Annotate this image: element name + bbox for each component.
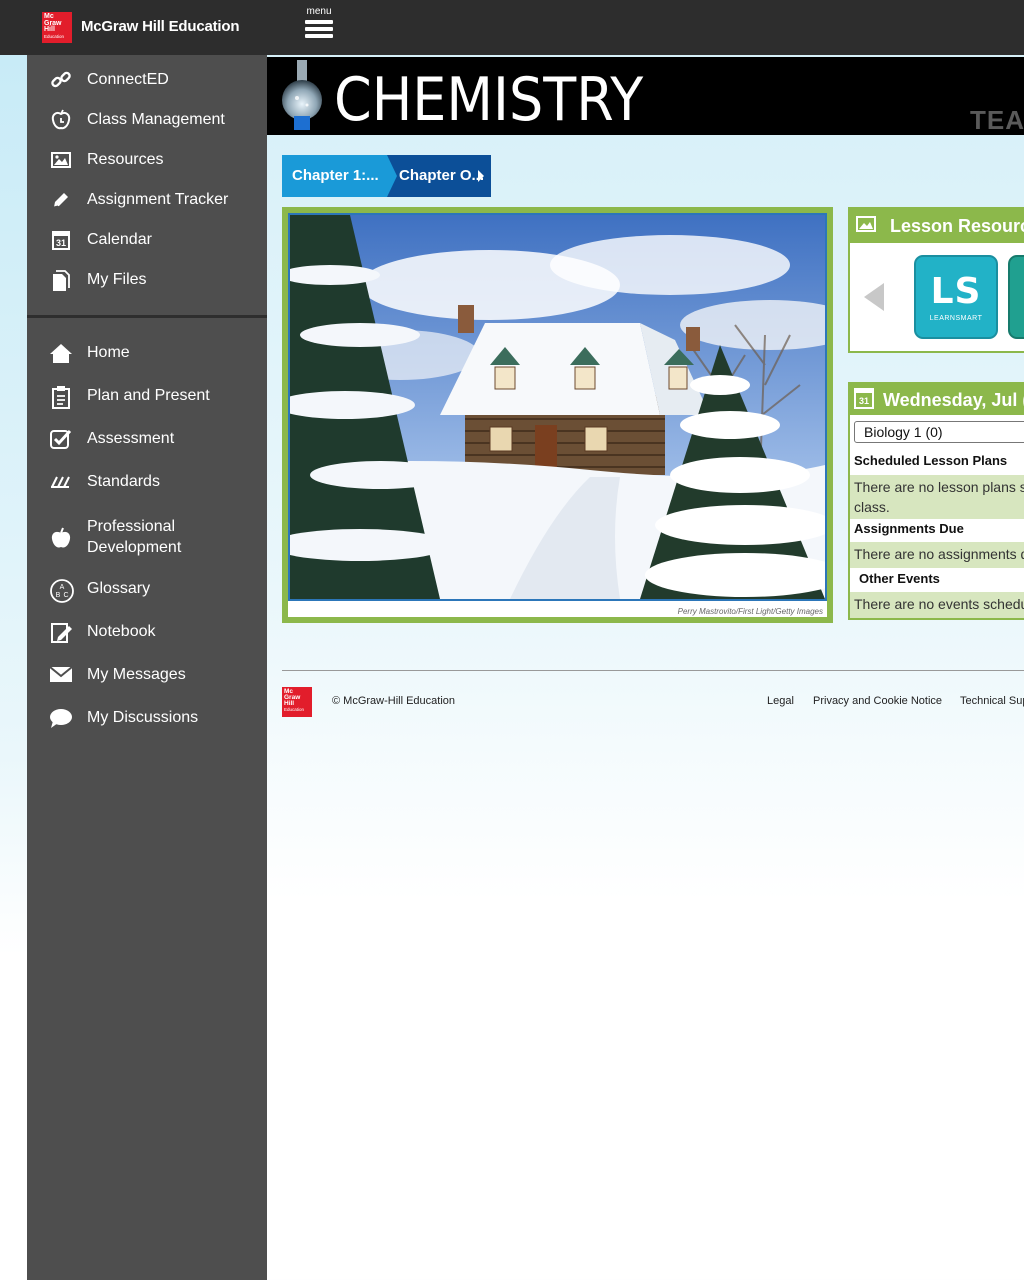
chapter-photo [288, 213, 827, 601]
sidebar-item-notebook[interactable]: Notebook [27, 615, 267, 651]
course-banner: CHEMISTRY TEA [267, 57, 1024, 135]
sidebar-item-my-messages[interactable]: My Messages [27, 658, 267, 694]
svg-text:C: C [63, 592, 68, 599]
link-icon [49, 69, 73, 93]
checkbox-icon [49, 428, 73, 452]
calendar-icon: 31 [854, 387, 874, 409]
top-bar: Mc Graw Hill Education McGraw Hill Educa… [0, 0, 1024, 55]
sidebar-item-assessment[interactable]: Assessment [27, 422, 267, 458]
footer-divider [282, 670, 1024, 671]
banner-title: CHEMISTRY [334, 65, 644, 135]
sidebar-item-glossary[interactable]: ABC Glossary [27, 572, 267, 608]
assignments-due-heading: Assignments Due [854, 521, 964, 536]
envelope-icon [49, 664, 73, 688]
svg-text:31: 31 [56, 238, 66, 248]
lesson-resources-panel: Lesson Resource LS LEARNSMART [848, 207, 1024, 353]
learnsmart-tile[interactable]: LS LEARNSMART [914, 255, 998, 339]
svg-text:A: A [60, 584, 65, 591]
scheduled-lesson-plans-heading: Scheduled Lesson Plans [854, 453, 1008, 468]
chapter-photo-frame: Perry Mastrovito/First Light/Getty Image… [288, 213, 827, 617]
chapter-photo-panel: Perry Mastrovito/First Light/Getty Image… [282, 207, 833, 623]
banner-badge-partial: TEA [970, 105, 1024, 135]
message-line: There are no assignments d [854, 546, 1024, 562]
sidebar-item-my-files[interactable]: My Files [27, 263, 267, 299]
abc-icon: ABC [49, 578, 74, 603]
menu-label: menu [306, 6, 332, 17]
footer-link-legal[interactable]: Legal [767, 695, 794, 707]
speech-bubble-icon [49, 707, 73, 731]
class-select[interactable]: Biology 1 (0) [854, 421, 1024, 443]
svg-text:B: B [56, 592, 61, 599]
left-background-strip [0, 55, 27, 1280]
lesson-resources-carousel: LS LEARNSMART [850, 243, 1024, 351]
footer-link-technical-support[interactable]: Technical Sup [960, 695, 1024, 707]
files-icon [49, 269, 73, 293]
footer-mcgraw-hill-logo[interactable]: Mc Graw Hill Education [282, 687, 312, 717]
hamburger-icon [305, 20, 333, 24]
lesson-resources-header: Lesson Resource [848, 207, 1024, 243]
footer-copyright: © McGraw-Hill Education [332, 695, 456, 707]
sidebar-item-class-management[interactable]: Class Management [27, 103, 267, 139]
calendar-panel-header: 31 Wednesday, Jul ( [848, 382, 1024, 415]
calendar-panel: 31 Wednesday, Jul ( Biology 1 (0) Schedu… [848, 382, 1024, 620]
brand-name[interactable]: McGraw Hill Education [81, 18, 240, 35]
pencil-icon [49, 189, 73, 213]
image-icon [49, 149, 73, 173]
sidebar-item-resources[interactable]: Resources [27, 143, 267, 179]
calendar-panel-body: Biology 1 (0) Scheduled Lesson Plans The… [850, 415, 1024, 618]
sidebar-item-standards[interactable]: Standards [27, 465, 267, 501]
sidebar-item-assignment-tracker[interactable]: Assignment Tracker [27, 183, 267, 219]
other-events-message: There are no events schedu [850, 592, 1024, 618]
class-select-value: Biology 1 (0) [864, 424, 943, 440]
clipboard-icon [49, 385, 73, 409]
resource-tile-next[interactable] [1008, 255, 1024, 339]
hamburger-icon-bar [305, 34, 333, 38]
other-events-heading: Other Events [859, 571, 940, 586]
learnsmart-logo-subtext: LEARNSMART [929, 315, 983, 322]
calendar-icon: 31 [49, 229, 73, 253]
slashes-icon [49, 471, 73, 495]
apple-icon [49, 526, 73, 550]
sidebar-item-my-discussions[interactable]: My Discussions [27, 701, 267, 737]
learnsmart-logo-text: LS [930, 271, 982, 312]
home-icon [49, 342, 73, 366]
sidebar-item-professional-development[interactable]: Professional Development [27, 516, 267, 560]
notebook-icon [49, 621, 73, 645]
carousel-prev-arrow-icon[interactable] [864, 283, 884, 311]
play-arrow-icon [478, 170, 484, 182]
photo-credit: Perry Mastrovito/First Light/Getty Image… [677, 607, 823, 616]
message-line: class. [854, 499, 890, 515]
calendar-date-title: Wednesday, Jul ( [883, 390, 1024, 410]
footer-link-privacy[interactable]: Privacy and Cookie Notice [813, 695, 942, 707]
lesson-resources-title: Lesson Resource [890, 216, 1024, 236]
hamburger-icon-bar [305, 27, 333, 31]
lesson-plans-message: There are no lesson plans s class. [850, 475, 1024, 519]
image-icon [856, 216, 876, 232]
message-line: There are no events schedu [854, 596, 1024, 612]
message-line: There are no lesson plans s [854, 479, 1024, 495]
svg-text:31: 31 [859, 396, 869, 406]
sidebar-divider [27, 315, 267, 318]
sidebar-item-plan-and-present[interactable]: Plan and Present [27, 379, 267, 415]
sidebar: ConnectED Class Management Resources Ass… [27, 55, 267, 1280]
apple-clock-icon [49, 109, 73, 133]
sidebar-item-home[interactable]: Home [27, 336, 267, 372]
mcgraw-hill-logo[interactable]: Mc Graw Hill Education [42, 12, 72, 43]
sidebar-item-connected[interactable]: ConnectED [27, 63, 267, 99]
assignments-message: There are no assignments d [850, 542, 1024, 568]
menu-button[interactable]: menu [303, 7, 335, 43]
flask-icon [282, 60, 322, 130]
sidebar-item-calendar[interactable]: 31 Calendar [27, 223, 267, 259]
breadcrumb-chapter-1[interactable]: Chapter 1:... [282, 155, 397, 197]
